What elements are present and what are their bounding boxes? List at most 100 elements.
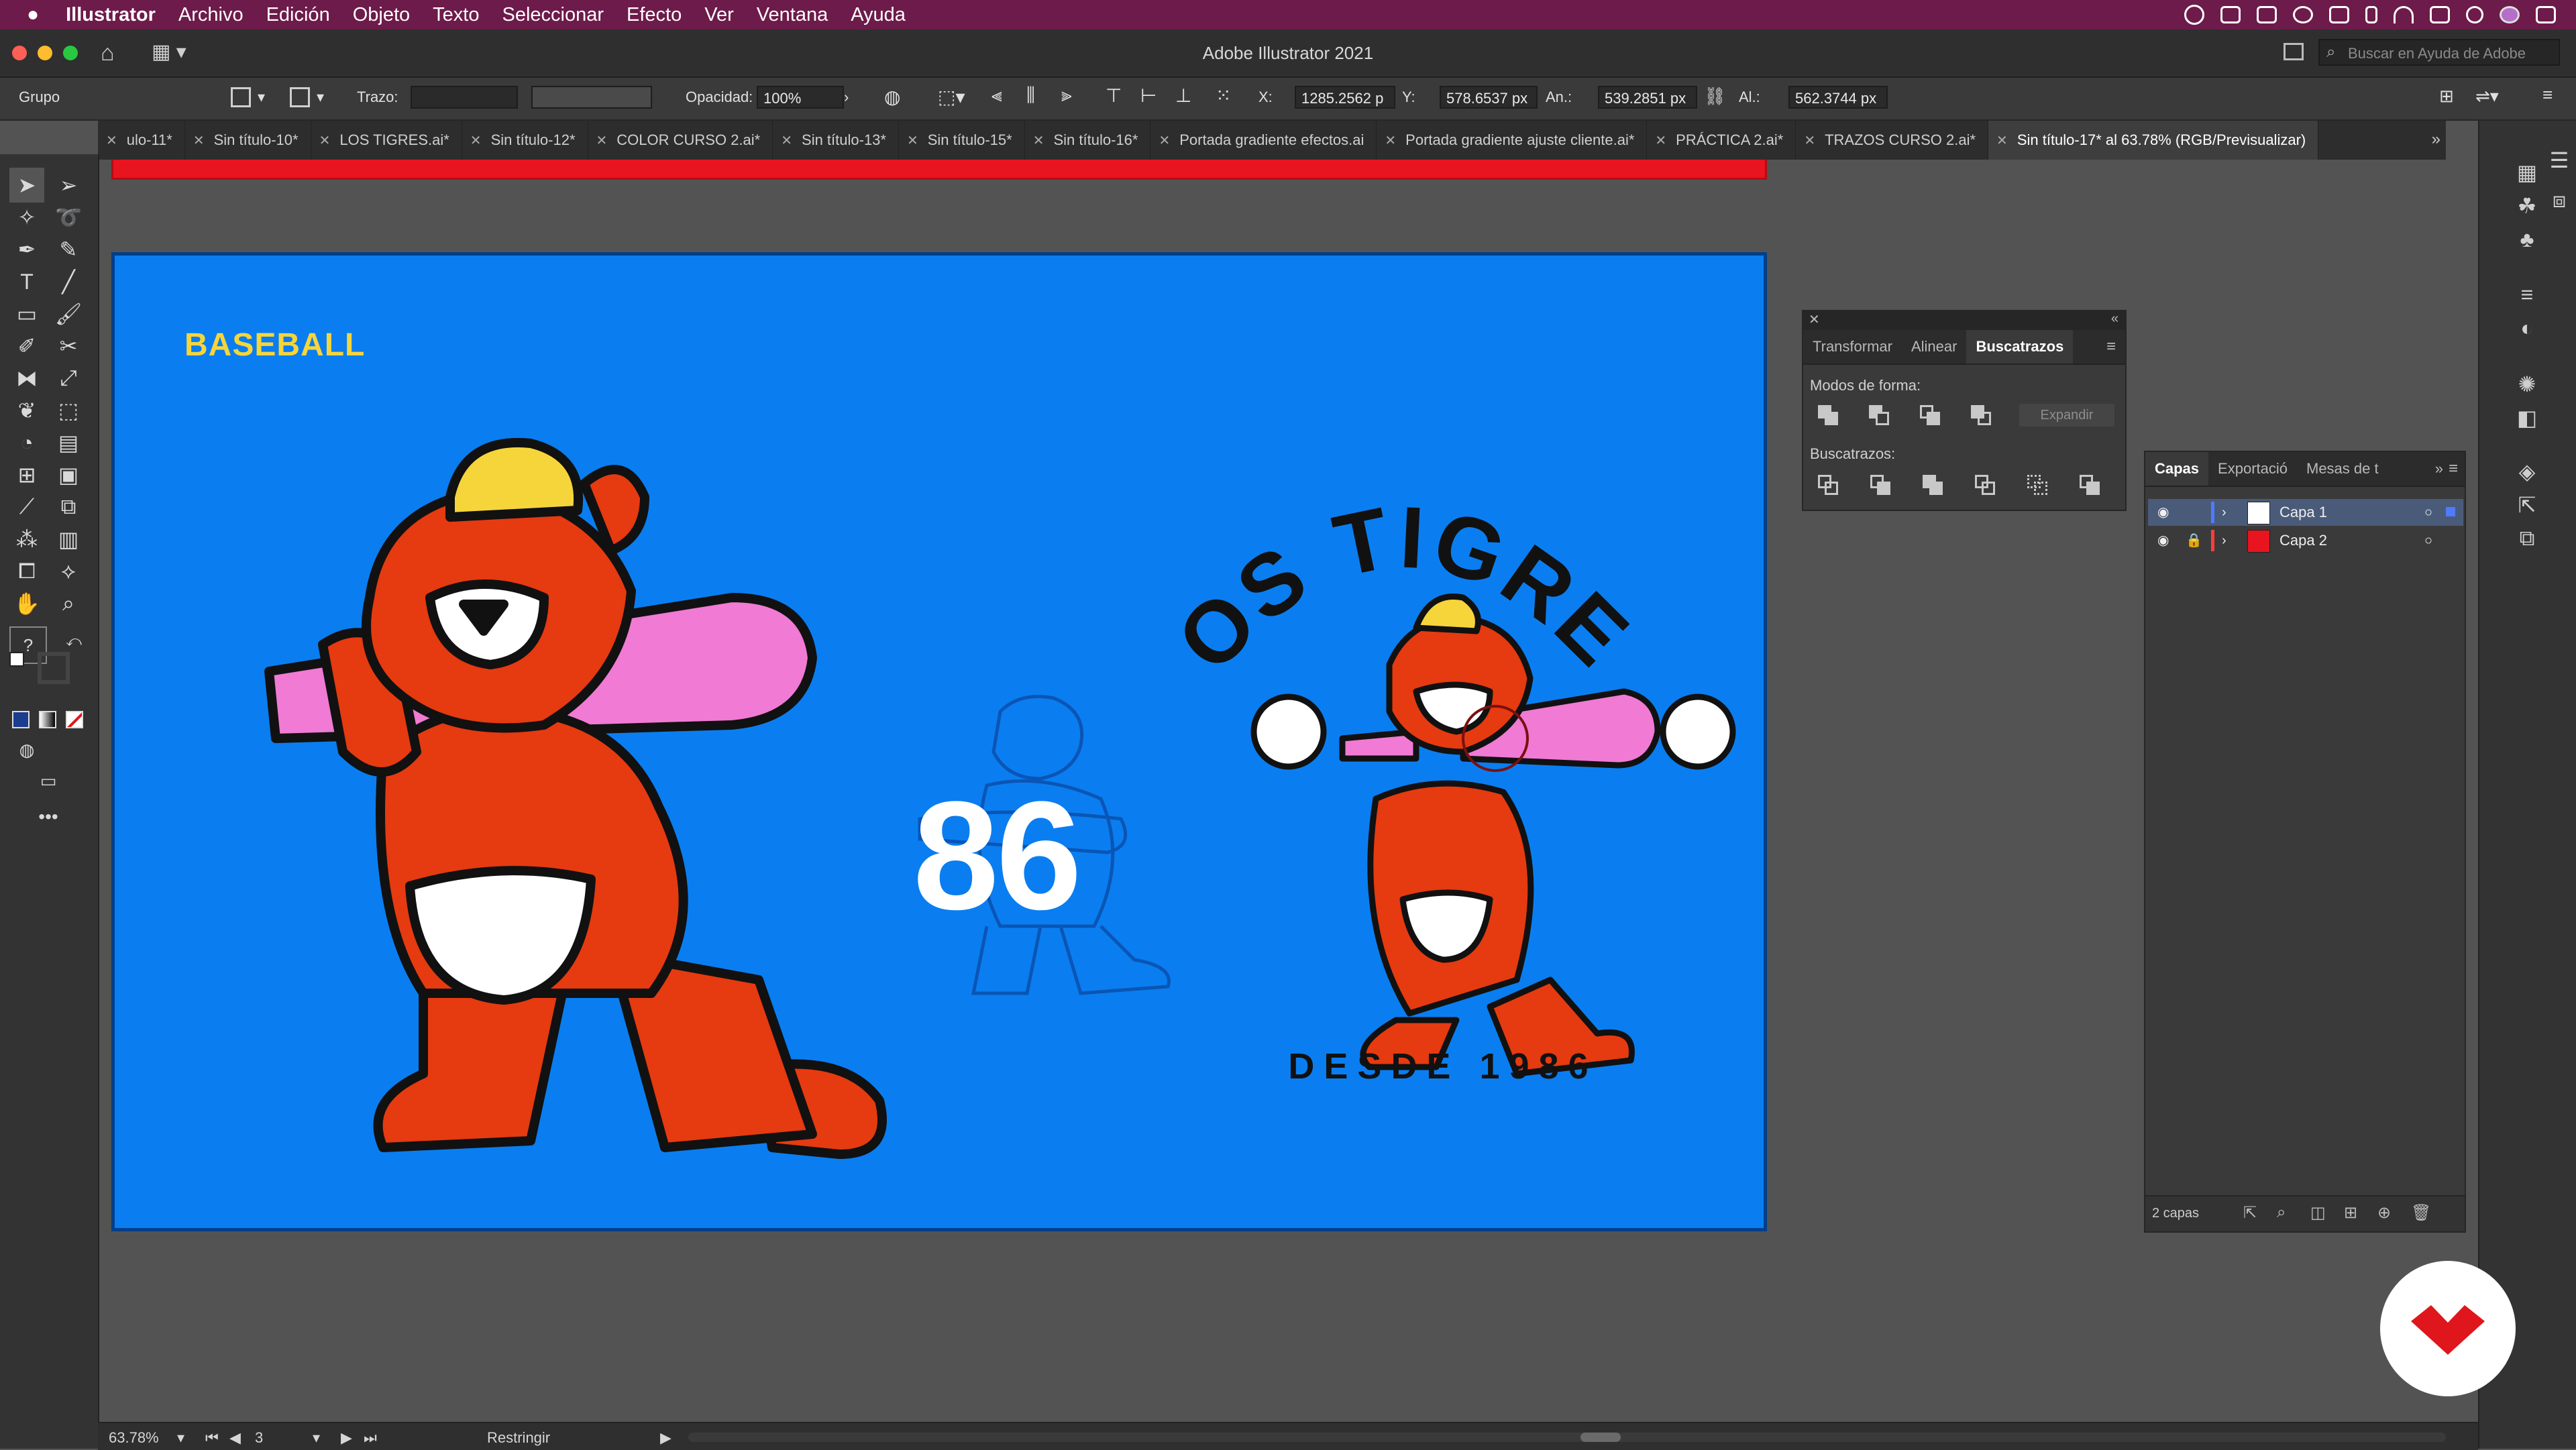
- visibility-eye-icon[interactable]: ◉: [2157, 527, 2169, 554]
- libraries-icon[interactable]: ▦: [2512, 157, 2542, 188]
- close-tab-icon[interactable]: ✕: [1385, 133, 1396, 148]
- eyedropper-tool-icon[interactable]: ⟋: [9, 490, 44, 524]
- symbol-sprayer-tool-icon[interactable]: ⁂: [9, 522, 44, 557]
- layer-row[interactable]: ◉ › Capa 1 ○: [2148, 499, 2463, 526]
- artboard-dropdown-icon[interactable]: ▾: [313, 1429, 320, 1447]
- free-transform-tool-icon[interactable]: ⬚: [51, 393, 86, 428]
- menu-texto[interactable]: Texto: [433, 4, 479, 26]
- volume-icon[interactable]: [2430, 6, 2450, 23]
- fill-swatch[interactable]: [231, 87, 251, 107]
- shape-builder-tool-icon[interactable]: ◔: [9, 425, 44, 460]
- new-layer-icon[interactable]: ⊕: [2377, 1203, 2391, 1223]
- close-tab-icon[interactable]: ✕: [781, 133, 792, 148]
- locate-object-icon[interactable]: ⌕: [2277, 1203, 2286, 1222]
- collapse-panel-icon[interactable]: «: [2111, 311, 2118, 327]
- zoom-level[interactable]: 63.78%: [109, 1429, 159, 1447]
- tab-document[interactable]: ✕ Sin título-12*: [462, 121, 588, 160]
- scissors-tool-icon[interactable]: ✂: [51, 329, 86, 364]
- apple-icon[interactable]: ●: [27, 3, 39, 26]
- artboard-tool-icon[interactable]: ⧠: [9, 554, 44, 589]
- graph-tool-icon[interactable]: ▥: [51, 522, 86, 557]
- layer-target-icon[interactable]: ○: [2424, 499, 2432, 526]
- stroke-weight-field[interactable]: [411, 86, 518, 109]
- menu-edicion[interactable]: Edición: [266, 4, 330, 26]
- layers-panel-icon[interactable]: ◈: [2512, 456, 2542, 487]
- airplay-icon[interactable]: [2329, 6, 2349, 23]
- stroke-swatch[interactable]: [290, 87, 310, 107]
- appearance-icon[interactable]: ◐: [2512, 313, 2542, 343]
- reflect-tool-icon[interactable]: ⧓: [9, 361, 44, 396]
- creative-cloud-icon[interactable]: [2220, 6, 2241, 23]
- control-center-icon[interactable]: [2536, 6, 2556, 23]
- clipping-mask-icon[interactable]: ◫: [2310, 1203, 2326, 1223]
- pen-tool-icon[interactable]: ✒: [9, 232, 44, 267]
- tab-exportacion[interactable]: Exportació: [2208, 452, 2297, 486]
- artboards-panel-icon[interactable]: ⧉: [2512, 523, 2542, 554]
- recolor-icon[interactable]: ◍: [884, 86, 900, 108]
- align-middle-icon[interactable]: ⊢: [1140, 85, 1157, 107]
- menu-ver[interactable]: Ver: [704, 4, 734, 26]
- close-panel-icon[interactable]: ✕: [1809, 311, 1820, 328]
- stroke-panel-icon[interactable]: ≡: [2512, 279, 2542, 310]
- tab-document[interactable]: ✕ COLOR CURSO 2.ai*: [588, 121, 773, 160]
- constrain-proportions-icon[interactable]: ⛓: [1704, 86, 1726, 107]
- exclude-button[interactable]: [1971, 405, 1994, 428]
- menu-ayuda[interactable]: Ayuda: [851, 4, 906, 26]
- close-tab-icon[interactable]: ✕: [1804, 133, 1815, 148]
- delete-layer-icon[interactable]: 🗑: [2411, 1203, 2431, 1223]
- tab-buscatrazos[interactable]: Buscatrazos: [1966, 330, 2074, 364]
- divide-button[interactable]: [1818, 475, 1841, 498]
- record-icon[interactable]: [2184, 5, 2204, 25]
- tab-document[interactable]: ✕ TRAZOS CURSO 2.ai*: [1796, 121, 1989, 160]
- align-bottom-icon[interactable]: ⊥: [1175, 85, 1191, 107]
- prev-artboard-icon[interactable]: ◀: [229, 1429, 241, 1447]
- zoom-dropdown-icon[interactable]: ▾: [177, 1429, 184, 1447]
- minimize-window-icon[interactable]: [38, 46, 52, 60]
- small-tiger-illustration[interactable]: [1235, 577, 1745, 1114]
- collect-export-icon[interactable]: ⇱: [2243, 1203, 2257, 1223]
- selection-tool-icon[interactable]: ➤: [9, 168, 44, 203]
- minus-front-button[interactable]: [1869, 405, 1892, 428]
- fill-dropdown-icon[interactable]: ▾: [258, 89, 265, 106]
- type-tool-icon[interactable]: T: [9, 264, 44, 299]
- horizontal-scrollbar[interactable]: [688, 1433, 2446, 1442]
- perspective-grid-tool-icon[interactable]: ▤: [51, 425, 86, 460]
- blend-tool-icon[interactable]: ⧉: [51, 490, 86, 524]
- close-tab-icon[interactable]: ✕: [319, 133, 331, 148]
- close-window-icon[interactable]: [12, 46, 27, 60]
- tab-transformar[interactable]: Transformar: [1803, 330, 1902, 364]
- last-artboard-icon[interactable]: ⏭: [364, 1429, 377, 1447]
- panel-menu-icon[interactable]: ≡: [2449, 452, 2465, 486]
- panel-menu-icon[interactable]: ≡: [2106, 330, 2125, 364]
- horizontal-scroll-thumb[interactable]: [1580, 1433, 1621, 1442]
- align-center-icon[interactable]: ⫼: [1026, 85, 1035, 107]
- fill-color-box[interactable]: [9, 652, 24, 667]
- transparency-icon[interactable]: ◧: [2512, 402, 2542, 433]
- edit-toolbar-icon[interactable]: •••: [31, 799, 66, 834]
- visibility-eye-icon[interactable]: ◉: [2157, 499, 2169, 526]
- width-field[interactable]: 539.2851 px: [1598, 86, 1697, 109]
- draw-mode-icon[interactable]: ◍: [9, 732, 44, 767]
- color-mode-icon[interactable]: [12, 711, 30, 728]
- layer-name[interactable]: Capa 1: [2279, 499, 2327, 526]
- stroke-dropdown-icon[interactable]: ▾: [317, 89, 324, 106]
- number-86[interactable]: 86: [913, 779, 1082, 933]
- tab-document[interactable]: ✕ Sin título-15*: [899, 121, 1025, 160]
- workspace-switcher-icon[interactable]: ▦ ▾: [152, 40, 186, 64]
- tab-document-active[interactable]: ✕ Sin título-17* al 63.78% (RGB/Previsual…: [1988, 121, 2319, 160]
- opacity-field[interactable]: 100%: [757, 86, 844, 109]
- arrange-icon[interactable]: ⊞: [2439, 86, 2454, 107]
- unite-button[interactable]: [1818, 405, 1841, 428]
- opacity-arrow-icon[interactable]: ›: [844, 89, 849, 106]
- next-artboard-icon[interactable]: ▶: [341, 1429, 352, 1447]
- tab-document[interactable]: ✕ ulo-11*: [98, 121, 185, 160]
- menu-seleccionar[interactable]: Seleccionar: [502, 4, 604, 26]
- crop-button[interactable]: [1975, 475, 1998, 498]
- tab-document[interactable]: ✕ Portada gradiente ajuste cliente.ai*: [1377, 121, 1648, 160]
- tab-document[interactable]: ✕ PRÁCTICA 2.ai*: [1647, 121, 1796, 160]
- close-tab-icon[interactable]: ✕: [1159, 133, 1170, 148]
- globe-icon[interactable]: [2293, 6, 2313, 23]
- dock-libraries-icon[interactable]: ⧈: [2544, 185, 2575, 216]
- layer-selected-square[interactable]: [2446, 507, 2455, 516]
- merge-button[interactable]: [1923, 475, 1945, 498]
